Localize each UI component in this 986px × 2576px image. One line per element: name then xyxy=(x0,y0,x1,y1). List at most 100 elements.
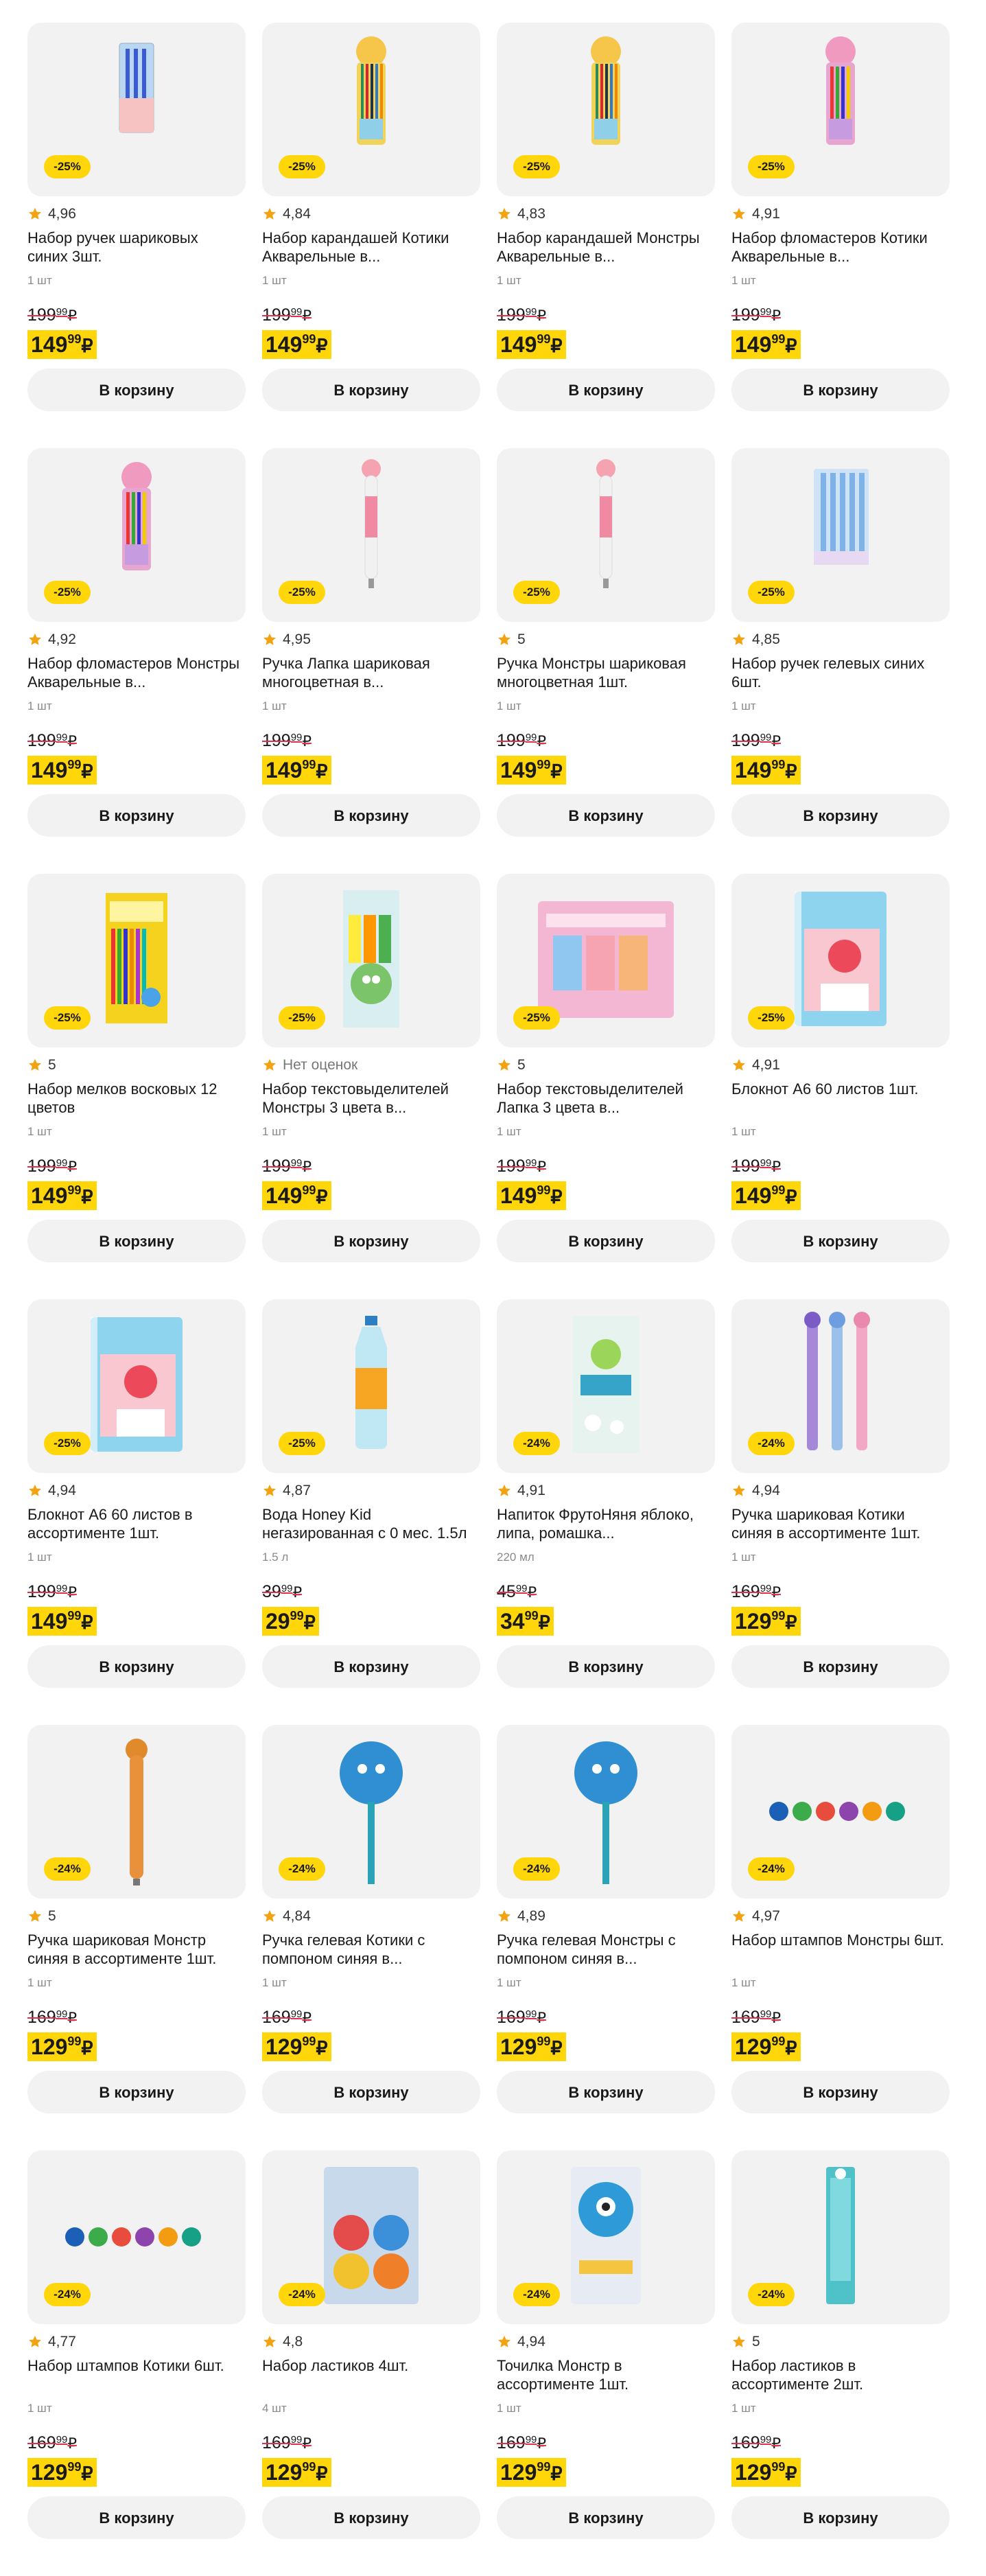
add-to-cart-button[interactable]: В корзину xyxy=(262,2496,480,2539)
product-card-22[interactable]: -24% 4,8 Набор ластиков 4шт. 4 шт 16999₽… xyxy=(262,2150,480,2576)
product-card-2[interactable]: -25% 4,84 Набор карандашей Котики Акваре… xyxy=(262,23,480,448)
product-card-16[interactable]: -24% 4,94 Ручка шариковая Котики синяя в… xyxy=(731,1299,950,1725)
product-image[interactable]: -24% xyxy=(262,2150,480,2324)
product-card-13[interactable]: -25% 4,94 Блокнот А6 60 листов в ассорти… xyxy=(27,1299,246,1725)
product-title[interactable]: Набор штампов Котики 6шт. xyxy=(27,2356,240,2375)
add-to-cart-button[interactable]: В корзину xyxy=(497,1220,715,1262)
product-image[interactable]: -24% xyxy=(27,1725,246,1899)
product-card-5[interactable]: -25% 4,92 Набор фломастеров Монстры Аква… xyxy=(27,448,246,874)
add-to-cart-button[interactable]: В корзину xyxy=(27,1645,246,1688)
add-to-cart-button[interactable]: В корзину xyxy=(731,2496,950,2539)
product-card-4[interactable]: -25% 4,91 Набор фломастеров Котики Аквар… xyxy=(731,23,950,448)
product-image[interactable]: -25% xyxy=(497,874,715,1047)
product-title[interactable]: Ручка шариковая Монстр синяя в ассортиме… xyxy=(27,1931,240,1968)
product-title[interactable]: Набор карандашей Котики Акварельные в... xyxy=(262,229,475,266)
add-to-cart-button[interactable]: В корзину xyxy=(497,369,715,411)
product-image[interactable]: -24% xyxy=(497,2150,715,2324)
add-to-cart-button[interactable]: В корзину xyxy=(731,2071,950,2113)
rating: 4,91 xyxy=(731,1055,780,1076)
product-image[interactable]: -25% xyxy=(262,448,480,622)
product-title[interactable]: Набор ластиков в ассортименте 2шт. xyxy=(731,2356,944,2393)
product-card-15[interactable]: -24% 4,91 Напиток ФрутоНяня яблоко, липа… xyxy=(497,1299,715,1725)
product-title[interactable]: Ручка Монстры шариковая многоцветная 1шт… xyxy=(497,654,709,691)
product-title[interactable]: Ручка Лапка шариковая многоцветная в... xyxy=(262,654,475,691)
product-image[interactable]: -24% xyxy=(262,1725,480,1899)
add-to-cart-button[interactable]: В корзину xyxy=(731,1220,950,1262)
add-to-cart-button[interactable]: В корзину xyxy=(27,1220,246,1262)
product-image[interactable]: -25% xyxy=(731,448,950,622)
product-title[interactable]: Набор ручек шариковых синих 3шт. xyxy=(27,229,240,266)
add-to-cart-button[interactable]: В корзину xyxy=(262,1645,480,1688)
product-card-24[interactable]: -24% 5 Набор ластиков в ассортименте 2шт… xyxy=(731,2150,950,2576)
add-to-cart-button[interactable]: В корзину xyxy=(27,2071,246,2113)
product-image[interactable]: -24% xyxy=(731,1725,950,1899)
product-title[interactable]: Набор штампов Монстры 6шт. xyxy=(731,1931,944,1949)
product-title[interactable]: Набор текстовыделителей Лапка 3 цвета в.… xyxy=(497,1080,709,1117)
product-title[interactable]: Набор фломастеров Котики Акварельные в..… xyxy=(731,229,944,266)
product-unit: 1 шт xyxy=(731,1551,756,1564)
add-to-cart-button[interactable]: В корзину xyxy=(262,369,480,411)
add-to-cart-button[interactable]: В корзину xyxy=(497,2496,715,2539)
product-title[interactable]: Набор фломастеров Монстры Акварельные в.… xyxy=(27,654,240,691)
product-title[interactable]: Набор мелков восковых 12 цветов xyxy=(27,1080,240,1117)
product-image[interactable]: -25% xyxy=(27,874,246,1047)
product-card-10[interactable]: -25% Нет оценок Набор текстовыделителей … xyxy=(262,874,480,1299)
add-to-cart-button[interactable]: В корзину xyxy=(731,369,950,411)
product-title[interactable]: Ручка шариковая Котики синяя в ассортиме… xyxy=(731,1505,944,1542)
product-image[interactable]: -25% xyxy=(27,23,246,196)
product-image[interactable]: -24% xyxy=(731,2150,950,2324)
product-image[interactable]: -25% xyxy=(27,448,246,622)
product-title[interactable]: Ручка гелевая Монстры с помпоном синяя в… xyxy=(497,1931,709,1968)
product-card-11[interactable]: -25% 5 Набор текстовыделителей Лапка 3 ц… xyxy=(497,874,715,1299)
product-title[interactable]: Блокнот А6 60 листов в ассортименте 1шт. xyxy=(27,1505,240,1542)
add-to-cart-button[interactable]: В корзину xyxy=(27,794,246,837)
add-to-cart-button[interactable]: В корзину xyxy=(262,1220,480,1262)
product-title[interactable]: Набор карандашей Монстры Акварельные в..… xyxy=(497,229,709,266)
product-title[interactable]: Точилка Монстр в ассортименте 1шт. xyxy=(497,2356,709,2393)
product-image[interactable]: -24% xyxy=(497,1299,715,1473)
product-card-1[interactable]: -25% 4,96 Набор ручек шариковых синих 3ш… xyxy=(27,23,246,448)
product-card-14[interactable]: -25% 4,87 Вода Honey Kid негазированная … xyxy=(262,1299,480,1725)
product-card-8[interactable]: -25% 4,85 Набор ручек гелевых синих 6шт.… xyxy=(731,448,950,874)
product-image[interactable]: -25% xyxy=(27,1299,246,1473)
product-card-20[interactable]: -24% 4,97 Набор штампов Монстры 6шт. 1 ш… xyxy=(731,1725,950,2150)
product-image[interactable]: -25% xyxy=(262,23,480,196)
add-to-cart-button[interactable]: В корзину xyxy=(27,2496,246,2539)
current-price: 12999₽ xyxy=(731,2032,801,2061)
product-image[interactable]: -25% xyxy=(731,874,950,1047)
product-image[interactable]: -24% xyxy=(731,1299,950,1473)
product-card-21[interactable]: -24% 4,77 Набор штампов Котики 6шт. 1 шт… xyxy=(27,2150,246,2576)
product-image[interactable]: -24% xyxy=(497,1725,715,1899)
product-title[interactable]: Блокнот А6 60 листов 1шт. xyxy=(731,1080,944,1098)
product-title[interactable]: Набор текстовыделителей Монстры 3 цвета … xyxy=(262,1080,475,1117)
product-card-6[interactable]: -25% 4,95 Ручка Лапка шариковая многоцве… xyxy=(262,448,480,874)
add-to-cart-button[interactable]: В корзину xyxy=(27,369,246,411)
add-to-cart-button[interactable]: В корзину xyxy=(497,794,715,837)
product-card-3[interactable]: -25% 4,83 Набор карандашей Монстры Аквар… xyxy=(497,23,715,448)
add-to-cart-button[interactable]: В корзину xyxy=(731,1645,950,1688)
product-card-17[interactable]: -24% 5 Ручка шариковая Монстр синяя в ас… xyxy=(27,1725,246,2150)
add-to-cart-button[interactable]: В корзину xyxy=(497,1645,715,1688)
product-card-12[interactable]: -25% 4,91 Блокнот А6 60 листов 1шт. 1 шт… xyxy=(731,874,950,1299)
product-title[interactable]: Ручка гелевая Котики с помпоном синяя в.… xyxy=(262,1931,475,1968)
product-title[interactable]: Набор ластиков 4шт. xyxy=(262,2356,475,2375)
product-title[interactable]: Напиток ФрутоНяня яблоко, липа, ромашка.… xyxy=(497,1505,709,1542)
product-image[interactable]: -25% xyxy=(731,23,950,196)
add-to-cart-button[interactable]: В корзину xyxy=(262,2071,480,2113)
product-card-19[interactable]: -24% 4,89 Ручка гелевая Монстры с помпон… xyxy=(497,1725,715,2150)
product-card-7[interactable]: -25% 5 Ручка Монстры шариковая многоцвет… xyxy=(497,448,715,874)
add-to-cart-button[interactable]: В корзину xyxy=(497,2071,715,2113)
add-to-cart-button[interactable]: В корзину xyxy=(262,794,480,837)
product-image[interactable]: -25% xyxy=(262,1299,480,1473)
product-card-18[interactable]: -24% 4,84 Ручка гелевая Котики с помпоно… xyxy=(262,1725,480,2150)
product-card-23[interactable]: -24% 4,94 Точилка Монстр в ассортименте … xyxy=(497,2150,715,2576)
product-image[interactable]: -25% xyxy=(497,23,715,196)
product-image[interactable]: -24% xyxy=(27,2150,246,2324)
product-image[interactable]: -25% xyxy=(262,874,480,1047)
product-card-9[interactable]: -25% 5 Набор мелков восковых 12 цветов 1… xyxy=(27,874,246,1299)
add-to-cart-button[interactable]: В корзину xyxy=(731,794,950,837)
product-title[interactable]: Вода Honey Kid негазированная с 0 мес. 1… xyxy=(262,1505,475,1542)
product-image[interactable]: -25% xyxy=(497,448,715,622)
star-icon xyxy=(733,2335,745,2347)
product-title[interactable]: Набор ручек гелевых синих 6шт. xyxy=(731,654,944,691)
